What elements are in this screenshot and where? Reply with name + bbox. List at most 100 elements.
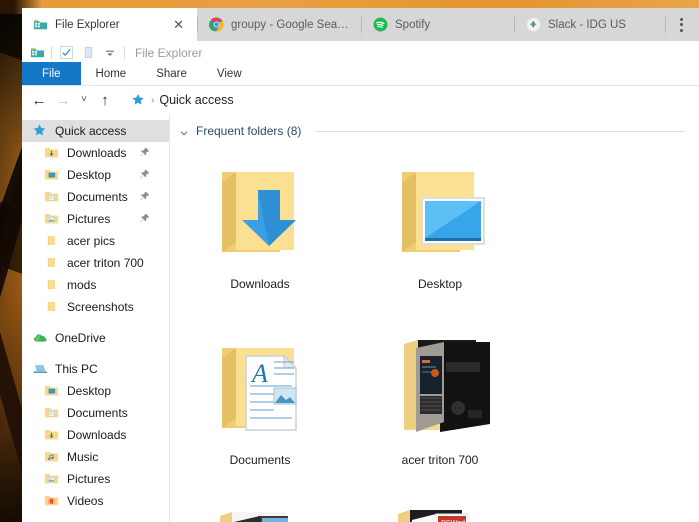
up-button[interactable]: ↑ xyxy=(94,89,116,111)
sidebar-item-label: mods xyxy=(67,278,97,292)
sidebar-item-label: acer triton 700 xyxy=(67,256,144,270)
sidebar-item-desktop[interactable]: Desktop xyxy=(22,164,169,186)
content-pane[interactable]: Frequent folders (8) Downloads Desktop A… xyxy=(170,114,699,522)
sidebar-item-screenshots[interactable]: Screenshots xyxy=(22,296,169,318)
photo-folder-thumb: PCWorld xyxy=(380,502,500,522)
navigation-pane: Quick access Downloads Desktop Documents… xyxy=(22,114,170,522)
sidebar-item-onedrive[interactable]: OneDrive xyxy=(22,327,169,349)
folder-icon xyxy=(44,233,60,249)
folder-tile-acer-triton-700[interactable]: acer triton 700 xyxy=(350,320,530,496)
group-header-frequent-folders[interactable]: Frequent folders (8) xyxy=(170,114,699,138)
sidebar-item-label: OneDrive xyxy=(55,331,106,345)
sidebar-item-label: Desktop xyxy=(67,168,112,182)
folder-tile-downloads[interactable]: Downloads xyxy=(170,144,350,320)
sidebar-item-music[interactable]: Music xyxy=(22,446,169,468)
desktop-folder-icon xyxy=(44,383,60,399)
tab-chrome[interactable]: groupy - Google Search - G... xyxy=(198,8,361,41)
pin-icon[interactable] xyxy=(140,169,151,180)
quick-access-star-icon xyxy=(32,123,48,139)
tab-share[interactable]: Share xyxy=(141,62,202,85)
sidebar-item-label: This PC xyxy=(55,362,98,376)
documents-folder-icon xyxy=(44,405,60,421)
folder-tile-documents[interactable]: A Documents xyxy=(170,320,350,496)
sidebar-item-pictures[interactable]: Pictures xyxy=(22,208,169,230)
forward-button[interactable]: → xyxy=(52,89,74,111)
folder-tile-screenshots[interactable]: PCWorld xyxy=(350,496,530,522)
sidebar-item-label: Quick access xyxy=(55,124,127,138)
sidebar-item-acer-triton-700[interactable]: acer triton 700 xyxy=(22,252,169,274)
sidebar-item-label: Documents xyxy=(67,190,128,204)
close-icon[interactable]: ✕ xyxy=(170,16,187,33)
group-header-label: Frequent folders (8) xyxy=(196,124,302,138)
folder-tile-label: acer triton 700 xyxy=(401,453,479,467)
folder-icon xyxy=(44,255,60,271)
downloads-folder-icon xyxy=(44,145,60,161)
sidebar-item-thispc-documents[interactable]: Documents xyxy=(22,402,169,424)
folder-tile-label: Downloads xyxy=(230,277,290,291)
tab-title: File Explorer xyxy=(55,18,120,31)
tab-slack[interactable]: Slack - IDG US xyxy=(515,8,665,41)
svg-text:A: A xyxy=(250,359,268,388)
breadcrumb[interactable]: › Quick access xyxy=(122,89,693,111)
breadcrumb-separator: › xyxy=(151,94,155,106)
frequent-folders-grid: Downloads Desktop A Documents acer trito… xyxy=(170,138,699,522)
group-rule xyxy=(316,130,685,132)
recent-locations-button[interactable]: ˅ xyxy=(76,89,92,111)
folder-tile-mods[interactable]: mods xyxy=(170,496,350,522)
sidebar-item-label: Pictures xyxy=(67,212,111,226)
this-pc-icon xyxy=(32,361,48,377)
sidebar-item-mods[interactable]: mods xyxy=(22,274,169,296)
file-explorer-window: File Explorer File Home Share View ← → ˅… xyxy=(22,41,699,522)
pin-icon[interactable] xyxy=(140,147,151,158)
toolbar-divider xyxy=(51,46,52,59)
window-title: File Explorer xyxy=(135,45,203,60)
sidebar-item-label: acer pics xyxy=(67,234,116,248)
sidebar-item-thispc-downloads[interactable]: Downloads xyxy=(22,424,169,446)
pin-icon[interactable] xyxy=(140,191,151,202)
sidebar-item-label: Downloads xyxy=(67,146,127,160)
tab-view[interactable]: View xyxy=(202,62,257,85)
chevron-down-icon[interactable] xyxy=(102,46,118,60)
sidebar-item-quick-access[interactable]: Quick access xyxy=(22,120,169,142)
photo-folder-thumb xyxy=(380,326,500,446)
pictures-folder-icon xyxy=(44,471,60,487)
quick-access-star-icon xyxy=(131,93,146,108)
tab-title: groupy - Google Search - G... xyxy=(231,18,351,31)
tab-title: Slack - IDG US xyxy=(548,18,626,31)
checkbox-icon[interactable] xyxy=(58,46,74,60)
pin-icon[interactable] xyxy=(140,213,151,224)
documents-folder-thumb: A xyxy=(200,326,320,446)
sidebar-item-thispc-desktop[interactable]: Desktop xyxy=(22,380,169,402)
sidebar-item-thispc-pictures[interactable]: Pictures xyxy=(22,468,169,490)
tab-home[interactable]: Home xyxy=(81,62,142,85)
downloads-folder-icon xyxy=(44,427,60,443)
sidebar-item-downloads[interactable]: Downloads xyxy=(22,142,169,164)
sidebar-item-documents[interactable]: Documents xyxy=(22,186,169,208)
tab-spotify[interactable]: Spotify xyxy=(362,8,514,41)
music-folder-icon xyxy=(44,449,60,465)
back-button[interactable]: ← xyxy=(28,89,50,111)
file-explorer-icon xyxy=(33,17,48,32)
folder-icon xyxy=(44,277,60,293)
file-explorer-icon xyxy=(29,46,45,60)
chevron-down-icon[interactable] xyxy=(180,127,189,136)
sidebar-item-label: Videos xyxy=(67,494,104,508)
folder-tile-label: Documents xyxy=(229,453,291,467)
ribbon-tab-strip: File Home Share View xyxy=(22,62,699,86)
breadcrumb-path: Quick access xyxy=(159,93,234,107)
folder-tile-desktop[interactable]: Desktop xyxy=(350,144,530,320)
tab-file-explorer[interactable]: File Explorer ✕ xyxy=(22,8,197,41)
downloads-folder-thumb xyxy=(200,150,320,270)
new-folder-icon[interactable] xyxy=(80,46,96,60)
toolbar-divider xyxy=(124,46,125,59)
tab-overflow-menu-icon[interactable] xyxy=(666,8,699,41)
sidebar-item-label: Pictures xyxy=(67,472,111,486)
slack-icon xyxy=(526,17,541,32)
sidebar-item-label: Documents xyxy=(67,406,128,420)
tab-file[interactable]: File xyxy=(22,62,81,85)
sidebar-item-this-pc[interactable]: This PC xyxy=(22,358,169,380)
sidebar-item-videos[interactable]: Videos xyxy=(22,490,169,512)
sidebar-item-acer-pics[interactable]: acer pics xyxy=(22,230,169,252)
tab-title: Spotify xyxy=(395,18,431,31)
